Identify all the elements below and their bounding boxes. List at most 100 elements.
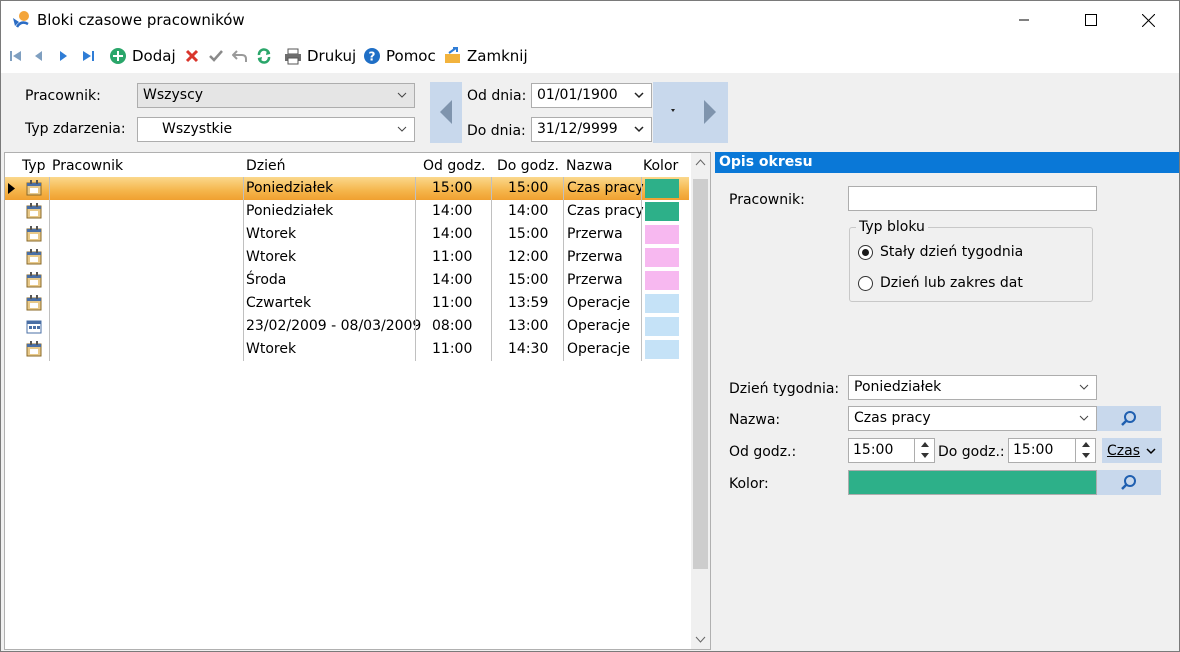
- help-button[interactable]: ? Pomoc: [363, 45, 436, 67]
- spin-up-icon[interactable]: [1076, 439, 1095, 450]
- close-button[interactable]: Zamknij: [444, 45, 528, 67]
- time-unit-dropdown[interactable]: Czas: [1102, 438, 1162, 463]
- cell-nazwa: Przerwa: [567, 249, 623, 265]
- cell-od: 11:00: [432, 295, 473, 311]
- chevron-down-icon: [1079, 415, 1089, 421]
- window-title: Bloki czasowe pracowników: [37, 11, 245, 29]
- from-date-label: Od dnia:: [467, 88, 527, 104]
- table-row[interactable]: Poniedziałek 14:00 14:00 Czas pracy: [5, 200, 689, 223]
- cell-od: 14:00: [432, 203, 473, 219]
- from-time-input[interactable]: 15:00: [848, 438, 935, 463]
- cell-dzien: Wtorek: [246, 249, 297, 265]
- next-record-button[interactable]: [57, 45, 71, 67]
- to-date-picker[interactable]: 31/12/9999: [531, 117, 652, 142]
- calendar-icon: [26, 249, 42, 265]
- title-bar: Bloki czasowe pracowników: [1, 1, 1179, 39]
- from-time-label: Od godz.:: [729, 444, 797, 460]
- column-header-kolor[interactable]: Kolor: [643, 158, 678, 174]
- column-divider: [49, 177, 50, 361]
- cell-do: 15:00: [508, 272, 549, 288]
- delete-button[interactable]: [184, 45, 200, 67]
- spin-up-icon[interactable]: [915, 439, 934, 450]
- dropdown-small-icon: [671, 109, 675, 112]
- radio-selected-icon: [858, 244, 873, 260]
- chevron-down-icon: [634, 126, 644, 133]
- spin-down-icon[interactable]: [1076, 450, 1095, 461]
- filter-panel: Pracownik: Wszyscy Typ zdarzenia: Wszyst…: [1, 73, 1179, 151]
- chevron-down-icon: [1079, 384, 1089, 390]
- first-record-button[interactable]: [9, 45, 23, 67]
- radio-unselected-icon: [858, 275, 873, 291]
- table-row[interactable]: Czwartek 11:00 13:59 Operacje: [5, 292, 689, 315]
- employee-filter-select[interactable]: Wszyscy: [137, 83, 415, 108]
- name-lookup-button[interactable]: [1097, 406, 1161, 431]
- previous-period-button[interactable]: [430, 82, 462, 143]
- table-row[interactable]: Wtorek 14:00 15:00 Przerwa: [5, 223, 689, 246]
- next-period-button[interactable]: [693, 82, 728, 143]
- cell-dzien: Czwartek: [246, 295, 312, 311]
- column-divider: [243, 177, 244, 361]
- color-lookup-button[interactable]: [1097, 470, 1161, 495]
- previous-icon: [35, 51, 42, 61]
- next-icon: [60, 51, 67, 61]
- detail-employee-input[interactable]: [848, 186, 1097, 211]
- calendar-icon: [26, 203, 42, 219]
- to-time-label: Do godz.:: [938, 444, 1005, 460]
- window: Bloki czasowe pracowników Dodaj Drukuj ?…: [0, 0, 1180, 652]
- radio-date-range[interactable]: Dzień lub zakres dat: [858, 275, 1023, 291]
- name-select[interactable]: Czas pracy: [848, 406, 1097, 431]
- period-dropdown-button[interactable]: [657, 82, 687, 143]
- cell-kolor-swatch: [645, 202, 679, 221]
- scroll-down-icon[interactable]: [691, 629, 710, 649]
- cell-nazwa: Operacje: [567, 318, 631, 334]
- maximize-button[interactable]: [1068, 1, 1114, 39]
- to-time-input[interactable]: 15:00: [1008, 438, 1096, 463]
- printer-icon: [285, 48, 301, 64]
- row-selector-icon: [8, 183, 15, 194]
- color-field[interactable]: [848, 470, 1097, 495]
- scroll-thumb[interactable]: [693, 179, 708, 569]
- calendar-icon: [26, 295, 42, 311]
- close-window-button[interactable]: [1125, 1, 1171, 39]
- cell-kolor-swatch: [645, 294, 679, 313]
- cell-dzien: Środa: [246, 272, 287, 288]
- scroll-up-icon[interactable]: [691, 153, 710, 173]
- calendar-range-icon: [26, 320, 42, 334]
- table-row[interactable]: Wtorek 11:00 14:30 Operacje: [5, 338, 689, 361]
- table-row[interactable]: Wtorek 11:00 12:00 Przerwa: [5, 246, 689, 269]
- grid-scrollbar[interactable]: [691, 153, 710, 649]
- cell-kolor-swatch: [645, 225, 679, 244]
- confirm-button[interactable]: [208, 45, 224, 67]
- column-header-nazwa[interactable]: Nazwa: [566, 158, 612, 174]
- column-divider: [641, 177, 642, 361]
- cell-nazwa: Operacje: [567, 341, 631, 357]
- cell-nazwa: Czas pracy: [567, 203, 644, 219]
- spin-down-icon[interactable]: [915, 450, 934, 461]
- table-row[interactable]: Środa 14:00 15:00 Przerwa: [5, 269, 689, 292]
- column-header-do[interactable]: Do godz.: [497, 158, 559, 174]
- from-time-spinner[interactable]: [914, 439, 934, 462]
- add-button[interactable]: Dodaj: [109, 45, 176, 67]
- table-row[interactable]: 23/02/2009 - 08/03/2009 08:00 13:00 Operacj…: [5, 315, 689, 338]
- from-date-picker[interactable]: 01/01/1900: [531, 83, 652, 108]
- radio-fixed-weekday[interactable]: Stały dzień tygodnia: [858, 244, 1023, 260]
- cell-do: 15:00: [508, 226, 549, 242]
- column-header-typ[interactable]: Typ: [22, 158, 46, 174]
- column-header-dzien[interactable]: Dzień: [246, 158, 286, 174]
- refresh-button[interactable]: [256, 45, 272, 67]
- cell-kolor-swatch: [645, 179, 679, 198]
- weekday-select[interactable]: Poniedziałek: [848, 375, 1097, 400]
- column-header-od[interactable]: Od godz.: [423, 158, 486, 174]
- last-record-button[interactable]: [81, 45, 95, 67]
- previous-record-button[interactable]: [32, 45, 46, 67]
- table-row[interactable]: Poniedziałek 15:00 15:00 Czas pracy: [5, 177, 689, 200]
- undo-button[interactable]: [232, 45, 248, 67]
- print-button[interactable]: Drukuj: [284, 45, 356, 67]
- to-time-spinner[interactable]: [1075, 439, 1095, 462]
- cell-do: 12:00: [508, 249, 549, 265]
- minimize-button[interactable]: [1001, 1, 1047, 39]
- chevron-down-icon: [1146, 447, 1156, 454]
- event-type-filter-label: Typ zdarzenia:: [25, 121, 126, 137]
- column-header-pracownik[interactable]: Pracownik: [52, 158, 123, 174]
- event-type-filter-select[interactable]: Wszystkie: [137, 117, 415, 142]
